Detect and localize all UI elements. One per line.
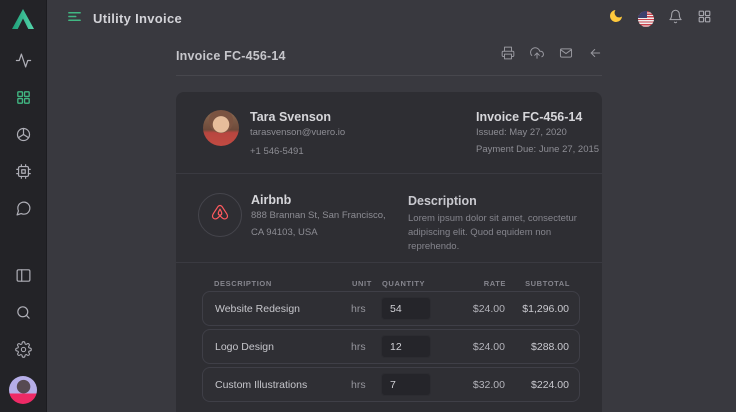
apps-grid-icon xyxy=(697,9,712,29)
customer-info: Tara Svenson tarasvenson@vuero.io +1 546… xyxy=(250,110,345,173)
invoice-actions xyxy=(501,46,602,65)
items-table-section: DESCRIPTION UNIT QUANTITY RATE SUBTOTAL … xyxy=(176,262,602,402)
apps-menu-button[interactable] xyxy=(697,9,712,29)
sidebar-item-components[interactable] xyxy=(0,118,47,155)
item-description: Website Redesign xyxy=(215,303,351,315)
quantity-input[interactable] xyxy=(381,335,431,358)
description-title: Description xyxy=(408,194,596,208)
invoice-issued-date: Issued: May 27, 2020 xyxy=(476,127,599,138)
sidebar-item-dashboards[interactable] xyxy=(0,81,47,118)
item-rate: $32.00 xyxy=(447,379,505,391)
wheel-icon xyxy=(15,126,32,148)
upload-cloud-button[interactable] xyxy=(530,46,544,65)
column-header-rate: RATE xyxy=(448,279,506,288)
page-title: Invoice FC-456-14 xyxy=(176,49,286,63)
customer-section: Tara Svenson tarasvenson@vuero.io +1 546… xyxy=(176,92,602,173)
table-header-row: DESCRIPTION UNIT QUANTITY RATE SUBTOTAL xyxy=(202,279,580,288)
company-address-line2: CA 94103, USA xyxy=(251,227,386,238)
item-subtotal: $288.00 xyxy=(505,341,569,353)
invoice-page-header: Invoice FC-456-14 xyxy=(176,46,602,65)
item-unit: hrs xyxy=(351,303,381,315)
item-subtotal: $224.00 xyxy=(505,379,569,391)
item-subtotal: $1,296.00 xyxy=(505,303,569,315)
invoice-number: Invoice FC-456-14 xyxy=(476,110,599,124)
apps-grid-icon xyxy=(15,89,32,111)
customer-phone: +1 546-5491 xyxy=(250,146,345,157)
gear-icon xyxy=(15,341,32,363)
company-section: Airbnb 888 Brannan St, San Francisco, CA… xyxy=(176,173,602,262)
bell-icon xyxy=(668,9,683,29)
column-header-description: DESCRIPTION xyxy=(214,279,352,288)
main-area: Utility Invoice xyxy=(47,0,736,412)
sidebar-item-messages[interactable] xyxy=(0,192,47,229)
navbar-actions xyxy=(608,8,712,29)
send-mail-button[interactable] xyxy=(559,46,573,65)
item-quantity-cell xyxy=(381,335,447,358)
invoice-meta: Invoice FC-456-14 Issued: May 27, 2020 P… xyxy=(476,110,599,155)
sidebar-item-search[interactable] xyxy=(0,296,47,333)
app-window: Utility Invoice xyxy=(0,0,736,412)
item-quantity-cell xyxy=(381,373,447,396)
chat-bubble-icon xyxy=(15,200,32,222)
upload-cloud-icon xyxy=(530,46,544,65)
content-area: Invoice FC-456-14 xyxy=(47,37,736,412)
hamburger-icon xyxy=(67,9,82,29)
user-avatar[interactable] xyxy=(9,376,37,404)
company-name: Airbnb xyxy=(251,193,386,207)
airbnb-icon xyxy=(209,202,231,229)
column-header-unit: UNIT xyxy=(352,279,382,288)
print-button[interactable] xyxy=(501,46,515,65)
quantity-input[interactable] xyxy=(381,297,431,320)
item-description: Logo Design xyxy=(215,341,351,353)
sidebar-item-activity[interactable] xyxy=(0,44,47,81)
triangle-logo-icon xyxy=(11,8,35,35)
sidebar-item-settings[interactable] xyxy=(0,333,47,370)
description-text: Lorem ipsum dolor sit amet, consectetur … xyxy=(408,212,596,253)
company-address-line1: 888 Brannan St, San Francisco, xyxy=(251,209,386,224)
mail-icon xyxy=(559,46,573,65)
back-button[interactable] xyxy=(588,46,602,65)
vuero-logo[interactable] xyxy=(11,8,35,34)
quantity-input[interactable] xyxy=(381,373,431,396)
cpu-icon xyxy=(15,163,32,185)
column-header-subtotal: SUBTOTAL xyxy=(506,279,570,288)
notifications-button[interactable] xyxy=(668,9,683,29)
table-row: Custom Illustrations hrs $32.00 $224.00 xyxy=(202,367,580,402)
page-breadcrumb-title: Utility Invoice xyxy=(93,11,182,26)
sidebar-item-elements[interactable] xyxy=(0,155,47,192)
menu-toggle-button[interactable] xyxy=(67,9,82,29)
moon-icon xyxy=(608,8,624,29)
item-rate: $24.00 xyxy=(447,303,505,315)
item-quantity-cell xyxy=(381,297,447,320)
invoice-card: Tara Svenson tarasvenson@vuero.io +1 546… xyxy=(176,92,602,412)
activity-icon xyxy=(15,52,32,74)
customer-email: tarasvenson@vuero.io xyxy=(250,127,345,138)
header-divider xyxy=(176,75,602,76)
item-rate: $24.00 xyxy=(447,341,505,353)
item-unit: hrs xyxy=(351,379,381,391)
arrow-left-icon xyxy=(588,46,602,65)
company-logo xyxy=(198,193,242,237)
invoice-due-date: Payment Due: June 27, 2015 xyxy=(476,144,599,155)
item-unit: hrs xyxy=(351,341,381,353)
top-navbar: Utility Invoice xyxy=(47,0,736,37)
panels-icon xyxy=(15,267,32,289)
search-icon xyxy=(15,304,32,326)
us-flag-icon xyxy=(638,11,654,27)
customer-avatar[interactable] xyxy=(203,110,239,146)
item-description: Custom Illustrations xyxy=(215,379,351,391)
table-row: Website Redesign hrs $24.00 $1,296.00 xyxy=(202,291,580,326)
company-info: Airbnb 888 Brannan St, San Francisco, CA… xyxy=(251,193,386,262)
customer-name: Tara Svenson xyxy=(250,110,345,124)
language-selector[interactable] xyxy=(638,11,654,27)
column-header-quantity: QUANTITY xyxy=(382,279,448,288)
sidebar xyxy=(0,0,47,412)
description-block: Description Lorem ipsum dolor sit amet, … xyxy=(408,194,596,253)
sidebar-item-panels[interactable] xyxy=(0,259,47,296)
table-row: Logo Design hrs $24.00 $288.00 xyxy=(202,329,580,364)
dark-mode-toggle[interactable] xyxy=(608,8,624,29)
printer-icon xyxy=(501,46,515,65)
